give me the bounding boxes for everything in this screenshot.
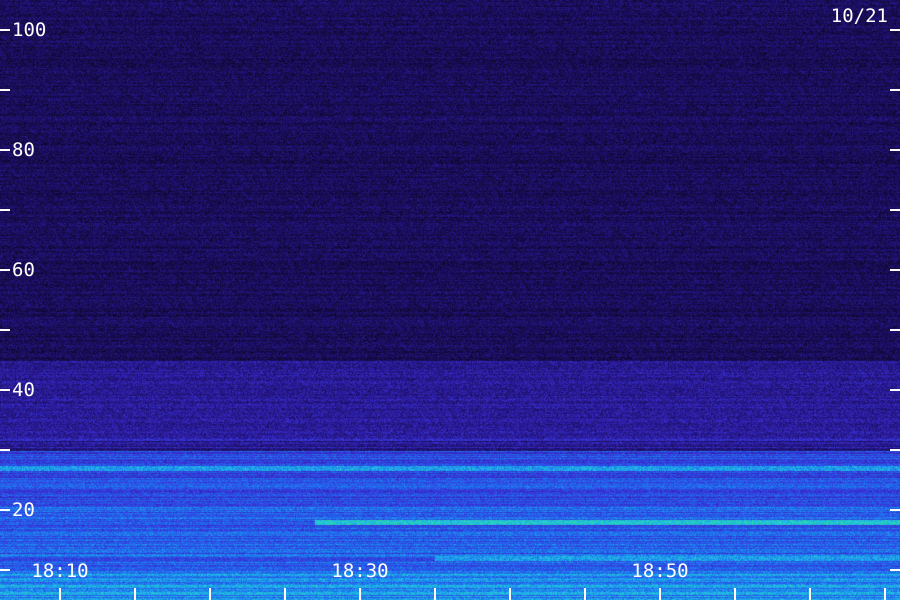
date-label: 10/21	[830, 5, 888, 27]
y-tick-label: 80	[12, 139, 35, 161]
x-tick-label: 18:50	[631, 560, 689, 582]
x-tick-label: 18:30	[331, 560, 389, 582]
x-tick-label: 18:10	[31, 560, 89, 582]
axes-overlay	[0, 29, 900, 600]
y-tick-label: 20	[12, 499, 35, 521]
y-tick-label: 40	[12, 379, 35, 401]
y-tick-label: 60	[12, 259, 35, 281]
spectrogram-chart: 10/21 20 40 60 80 100 18:10 18:30 18:50	[0, 0, 900, 600]
y-tick-label: 100	[12, 19, 47, 41]
